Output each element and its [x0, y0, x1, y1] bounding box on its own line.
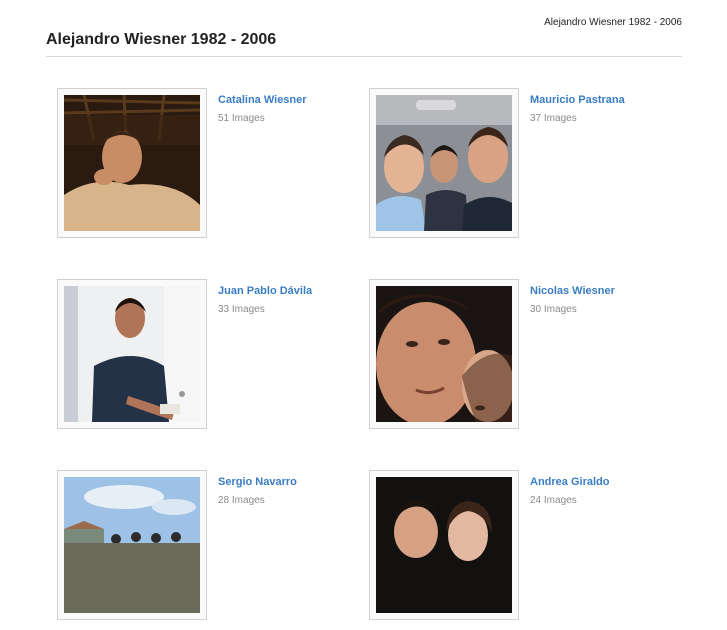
album-image-count: 28 Images [218, 495, 265, 506]
album-card-andrea-giraldo: Andrea Giraldo 24 Images [369, 470, 669, 630]
site-name[interactable]: Alejandro Wiesner 1982 - 2006 [544, 17, 682, 28]
album-title-link[interactable]: Catalina Wiesner [218, 94, 307, 106]
album-thumbnail-photo[interactable] [64, 286, 200, 422]
album-title-link[interactable]: Mauricio Pastrana [530, 94, 625, 106]
album-title-link[interactable]: Sergio Navarro [218, 476, 297, 488]
album-thumbnail-frame[interactable] [369, 470, 519, 620]
album-title-link[interactable]: Nicolas Wiesner [530, 285, 615, 297]
header-divider [46, 56, 682, 57]
album-thumbnail-photo[interactable] [376, 286, 512, 422]
album-title-link[interactable]: Juan Pablo Dávila [218, 285, 312, 297]
album-card-sergio-navarro: Sergio Navarro 28 Images [57, 470, 357, 630]
album-thumbnail-frame[interactable] [369, 279, 519, 429]
album-card-juan-pablo-davila: Juan Pablo Dávila 33 Images [57, 279, 357, 439]
album-thumbnail-frame[interactable] [369, 88, 519, 238]
album-thumbnail-photo[interactable] [64, 95, 200, 231]
album-image-count: 51 Images [218, 113, 265, 124]
album-card-mauricio-pastrana: Mauricio Pastrana 37 Images [369, 88, 669, 248]
album-thumbnail-photo[interactable] [376, 477, 512, 613]
album-thumbnail-frame[interactable] [57, 279, 207, 429]
page-title: Alejandro Wiesner 1982 - 2006 [46, 31, 277, 48]
album-image-count: 37 Images [530, 113, 577, 124]
album-title-link[interactable]: Andrea Giraldo [530, 476, 609, 488]
album-image-count: 33 Images [218, 304, 265, 315]
album-card-nicolas-wiesner: Nicolas Wiesner 30 Images [369, 279, 669, 439]
album-image-count: 30 Images [530, 304, 577, 315]
album-thumbnail-photo[interactable] [376, 95, 512, 231]
album-card-catalina-wiesner: Catalina Wiesner 51 Images [57, 88, 357, 248]
album-thumbnail-frame[interactable] [57, 88, 207, 238]
album-thumbnail-frame[interactable] [57, 470, 207, 620]
album-thumbnail-photo[interactable] [64, 477, 200, 613]
album-image-count: 24 Images [530, 495, 577, 506]
